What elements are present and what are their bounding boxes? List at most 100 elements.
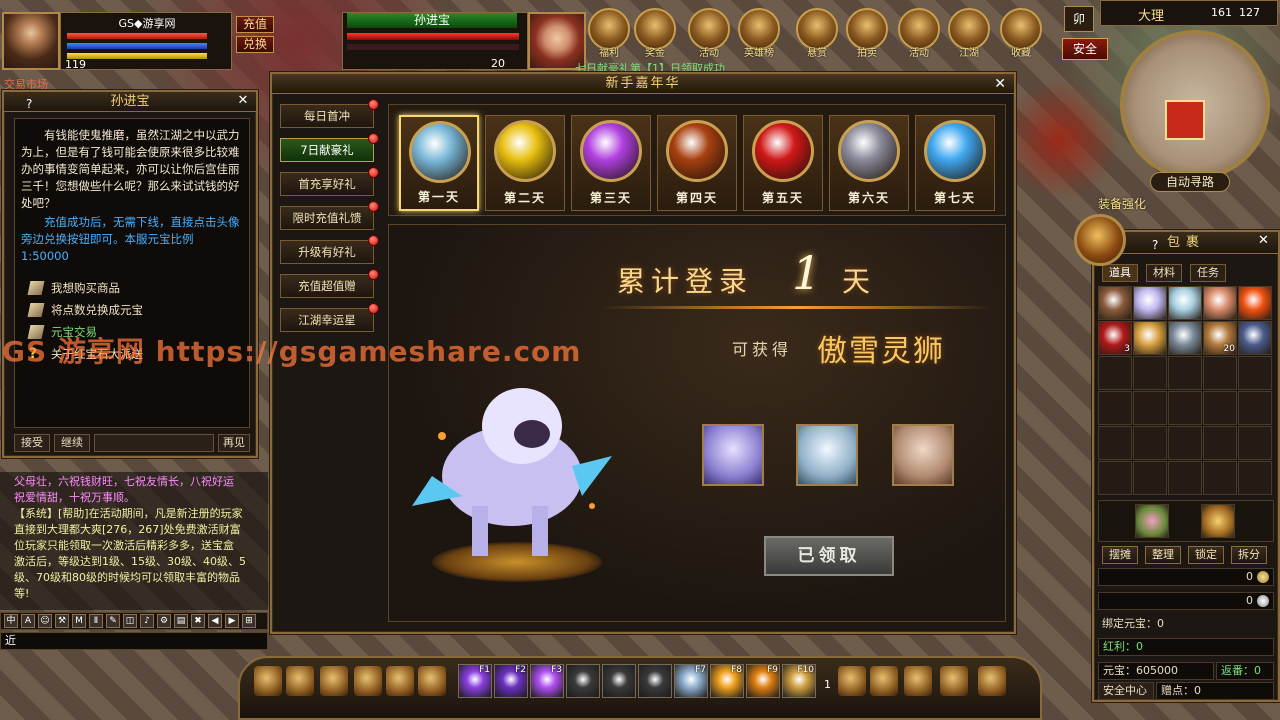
skill-slot[interactable]: F8 — [710, 664, 744, 698]
menu-shortcut-icon[interactable] — [940, 666, 968, 696]
close-icon[interactable]: ✕ — [236, 94, 250, 108]
menu-shortcut-icon[interactable] — [418, 666, 446, 696]
carnival-tab[interactable]: 江湖幸运星 — [280, 303, 379, 332]
inventory-slot[interactable] — [1203, 426, 1237, 460]
chat-input[interactable]: 近 — [0, 632, 268, 650]
chat-tool-icon[interactable]: ☺ — [38, 614, 52, 628]
inventory-slot[interactable] — [1168, 391, 1202, 425]
menu-shortcut-icon[interactable] — [386, 666, 414, 696]
inventory-action-button[interactable]: 锁定 — [1188, 546, 1224, 564]
inventory-action-button[interactable]: 摆摊 — [1102, 546, 1138, 564]
inventory-slot[interactable] — [1133, 426, 1167, 460]
inventory-slot[interactable] — [1133, 321, 1167, 355]
inventory-action-button[interactable]: 拆分 — [1231, 546, 1267, 564]
carnival-tab[interactable]: 限时充值礼馈 — [280, 201, 379, 230]
day-card[interactable]: 第七天 — [915, 115, 995, 211]
chat-tool-icon[interactable]: ▤ — [174, 614, 188, 628]
special-slot-chest[interactable] — [1201, 504, 1235, 538]
chat-tool-icon[interactable]: ⚒ — [55, 614, 69, 628]
carnival-tab[interactable]: 充值超值赠 — [280, 269, 379, 298]
menu-shortcut-icon[interactable] — [354, 666, 382, 696]
safe-mode-button[interactable]: 安全 — [1062, 38, 1108, 60]
inventory-bag-icon[interactable] — [1074, 214, 1126, 266]
menu-shortcut-icon[interactable] — [320, 666, 348, 696]
inventory-slot[interactable] — [1133, 356, 1167, 390]
claimed-button[interactable]: 已领取 — [764, 536, 894, 576]
menu-shortcut-icon[interactable] — [254, 666, 282, 696]
inventory-slot[interactable] — [1168, 426, 1202, 460]
inventory-action-button[interactable]: 整理 — [1145, 546, 1181, 564]
inventory-slot[interactable] — [1238, 356, 1272, 390]
inventory-slot[interactable] — [1168, 321, 1202, 355]
carnival-tab[interactable]: 升级有好礼 — [280, 235, 379, 264]
help-icon[interactable]: ? — [1152, 234, 1164, 256]
continue-button[interactable]: 继续 — [54, 434, 90, 452]
chat-tool-icon[interactable]: ✖ — [191, 614, 205, 628]
inventory-slot[interactable] — [1203, 286, 1237, 320]
inventory-slot[interactable] — [1133, 286, 1167, 320]
skill-slot[interactable]: F2 — [494, 664, 528, 698]
day-card[interactable]: 第六天 — [829, 115, 909, 211]
inventory-slot[interactable] — [1203, 391, 1237, 425]
inventory-slot[interactable] — [1098, 391, 1132, 425]
menu-shortcut-icon[interactable] — [978, 666, 1006, 696]
accept-button[interactable]: 接受 — [14, 434, 50, 452]
skill-slot[interactable]: F7 — [674, 664, 708, 698]
help-icon[interactable]: ? — [26, 94, 32, 114]
inventory-slot[interactable] — [1098, 426, 1132, 460]
carnival-tab[interactable]: 7日献豪礼 — [280, 133, 379, 162]
chat-tool-icon[interactable]: ✎ — [106, 614, 120, 628]
inventory-tab[interactable]: 材料 — [1146, 264, 1182, 282]
day-card[interactable]: 第一天 — [399, 115, 479, 211]
inventory-slot[interactable]: 20 — [1203, 321, 1237, 355]
day-card[interactable]: 第三天 — [571, 115, 651, 211]
close-icon[interactable]: ✕ — [1258, 234, 1272, 248]
reward-item-armor[interactable] — [796, 424, 858, 486]
inventory-slot[interactable] — [1133, 461, 1167, 495]
equip-enhance-label[interactable]: 装备强化 — [1098, 195, 1146, 212]
inventory-slot[interactable] — [1098, 461, 1132, 495]
inventory-slot[interactable] — [1238, 286, 1272, 320]
chat-tool-icon[interactable]: ▶ — [225, 614, 239, 628]
day-card[interactable]: 第四天 — [657, 115, 737, 211]
carnival-tab[interactable]: 每日首冲 — [280, 99, 379, 128]
skillbar-page[interactable]: 1 — [824, 678, 831, 691]
chat-tool-icon[interactable]: ⊞ — [242, 614, 256, 628]
skill-slot[interactable]: F1 — [458, 664, 492, 698]
skill-slot[interactable]: F10 — [782, 664, 816, 698]
carnival-tab[interactable]: 首充享好礼 — [280, 167, 379, 196]
inventory-tab[interactable]: 任务 — [1190, 264, 1226, 282]
inventory-slot[interactable]: 3 — [1098, 321, 1132, 355]
inventory-tab[interactable]: 道具 — [1102, 264, 1138, 282]
inventory-slot[interactable] — [1168, 356, 1202, 390]
goodbye-button[interactable]: 再见 — [218, 434, 250, 452]
reward-item-cloak[interactable] — [892, 424, 954, 486]
special-slot-pouch[interactable] — [1135, 504, 1169, 538]
inventory-slot[interactable] — [1168, 286, 1202, 320]
menu-shortcut-icon[interactable] — [286, 666, 314, 696]
skill-slot[interactable]: F9 — [746, 664, 780, 698]
day-card[interactable]: 第二天 — [485, 115, 565, 211]
safe-center-button[interactable]: 安全中心 — [1098, 682, 1154, 700]
skill-slot[interactable] — [566, 664, 600, 698]
menu-shortcut-icon[interactable] — [870, 666, 898, 696]
reward-item-mount[interactable] — [702, 424, 764, 486]
chat-tool-icon[interactable]: M — [72, 614, 86, 628]
chat-tool-icon[interactable]: ◀ — [208, 614, 222, 628]
player-portrait[interactable] — [2, 12, 60, 70]
menu-shortcut-icon[interactable] — [838, 666, 866, 696]
menu-shortcut-icon[interactable] — [904, 666, 932, 696]
npc-option-buy[interactable]: 我想购买商品 — [21, 277, 243, 299]
skill-slot[interactable] — [638, 664, 672, 698]
inventory-slot[interactable] — [1098, 356, 1132, 390]
inventory-slot[interactable] — [1133, 391, 1167, 425]
inventory-slot[interactable] — [1203, 461, 1237, 495]
chat-tool-icon[interactable]: Ⅱ — [89, 614, 103, 628]
npc-option-exchange[interactable]: 将点数兑换成元宝 — [21, 299, 243, 321]
chat-tool-icon[interactable]: ⚙ — [157, 614, 171, 628]
chat-tool-icon[interactable]: ◫ — [123, 614, 137, 628]
inventory-slot[interactable] — [1098, 286, 1132, 320]
chat-tool-icon[interactable]: A — [21, 614, 35, 628]
auto-path-button[interactable]: 自动寻路 — [1150, 172, 1230, 192]
chat-tool-icon[interactable]: 中 — [4, 614, 18, 628]
